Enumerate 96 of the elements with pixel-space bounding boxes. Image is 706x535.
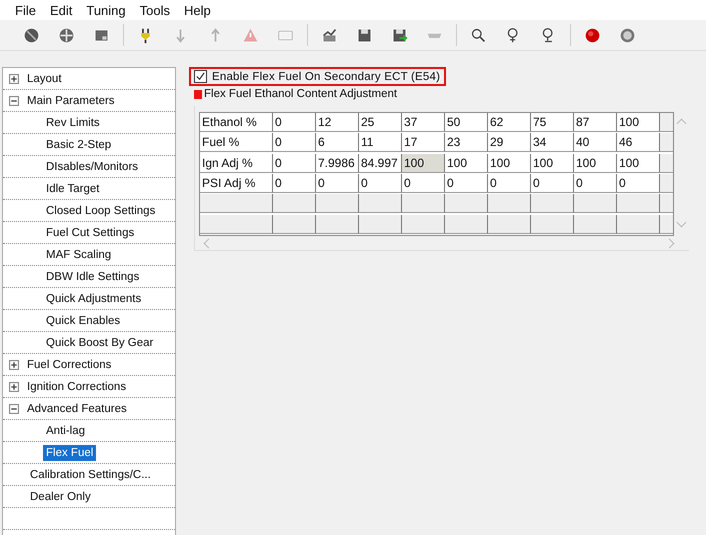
table-cell[interactable] (617, 214, 660, 234)
crosshair-icon[interactable] (58, 26, 75, 44)
tree-item[interactable]: DIsables/Monitors (43, 158, 142, 174)
table-cell[interactable]: 0 (359, 174, 402, 193)
table-cell[interactable] (359, 214, 402, 234)
tree-item[interactable]: Main Parameters (24, 92, 118, 108)
tree-item[interactable]: Calibration Settings/C... (27, 466, 154, 482)
tree-item[interactable]: Fuel Corrections (24, 356, 114, 372)
table-cell[interactable]: 6 (316, 133, 359, 152)
table-cell[interactable]: 40 (574, 133, 617, 152)
table-cell[interactable]: 100 (402, 154, 445, 173)
tree-item[interactable]: Layout (24, 70, 65, 86)
tree-item[interactable]: Closed Loop Settings (43, 202, 158, 218)
table-cell[interactable]: 0 (445, 174, 488, 193)
chart-icon[interactable] (321, 26, 338, 44)
tree-item[interactable]: Quick Adjustments (43, 290, 144, 306)
row-header[interactable]: PSI Adj % (200, 174, 273, 193)
tree-item[interactable]: Advanced Features (24, 400, 130, 416)
table-cell[interactable]: 0 (488, 174, 531, 193)
table-cell[interactable] (316, 194, 359, 214)
table-cell[interactable]: 37 (402, 113, 445, 132)
table-cell[interactable]: 0 (402, 174, 445, 193)
table-cell[interactable]: 23 (445, 133, 488, 152)
tree-item[interactable]: Dealer Only (27, 488, 94, 504)
table-cell[interactable]: 25 (359, 113, 402, 132)
table-cell[interactable] (488, 214, 531, 234)
collapse-icon[interactable] (9, 404, 19, 414)
tree-item[interactable]: Flex Fuel (43, 444, 96, 460)
search-icon[interactable] (470, 26, 487, 44)
menu-item[interactable]: File (8, 2, 43, 18)
table-cell[interactable]: 0 (574, 174, 617, 193)
table-cell[interactable] (200, 214, 273, 234)
table-cell[interactable]: 29 (488, 133, 531, 152)
table-cell[interactable] (402, 194, 445, 214)
disc-icon[interactable] (23, 26, 40, 44)
checkbox-icon[interactable] (194, 70, 207, 83)
table-cell[interactable] (574, 194, 617, 214)
tree-item[interactable]: Anti-lag (43, 422, 88, 438)
table-cell[interactable] (273, 194, 316, 214)
table-cell[interactable] (273, 214, 316, 234)
table-cell[interactable] (488, 194, 531, 214)
table-cell[interactable] (531, 214, 574, 234)
tree-item[interactable]: Fuel Cut Settings (43, 224, 138, 240)
table-cell[interactable]: 7.9986 (316, 154, 359, 173)
table-cell[interactable]: 0 (273, 133, 316, 152)
table-cell[interactable] (359, 194, 402, 214)
table-cell[interactable]: 17 (402, 133, 445, 152)
table-cell[interactable]: 62 (488, 113, 531, 132)
table-cell[interactable] (316, 214, 359, 234)
table-cell[interactable]: 100 (488, 154, 531, 173)
table-cell[interactable] (402, 214, 445, 234)
table-cell[interactable]: 0 (316, 174, 359, 193)
table-cell[interactable] (617, 194, 660, 214)
table-cell[interactable]: 50 (445, 113, 488, 132)
table-cell[interactable]: 0 (273, 174, 316, 193)
save-export-icon[interactable] (391, 26, 408, 44)
expand-icon[interactable] (9, 382, 19, 392)
table-cell[interactable] (445, 214, 488, 234)
menu-item[interactable]: Help (177, 2, 218, 18)
tree-item[interactable]: Idle Target (43, 180, 102, 196)
table-cell[interactable]: 0 (273, 113, 316, 132)
table-cell[interactable]: 100 (574, 154, 617, 173)
table-cell[interactable] (200, 194, 273, 214)
tree-item[interactable]: Rev Limits (43, 114, 103, 130)
record-icon[interactable] (584, 26, 601, 44)
tree-item[interactable]: Quick Boost By Gear (43, 334, 156, 350)
table-cell[interactable]: 75 (531, 113, 574, 132)
table-cell[interactable]: 12 (316, 113, 359, 132)
expand-icon[interactable] (9, 74, 19, 84)
table-cell[interactable] (531, 194, 574, 214)
row-header[interactable]: Ethanol % (200, 113, 273, 132)
table-cell[interactable]: 100 (531, 154, 574, 173)
tree-item[interactable]: Quick Enables (43, 312, 124, 328)
tree-item[interactable]: Basic 2-Step (43, 136, 114, 152)
menu-item[interactable]: Tools (132, 2, 177, 18)
row-header[interactable]: Fuel % (200, 133, 273, 152)
table-title: Flex Fuel Ethanol Content Adjustment (204, 88, 398, 100)
tree-item[interactable]: MAF Scaling (43, 246, 114, 262)
collapse-icon[interactable] (9, 96, 19, 106)
menu-item[interactable]: Edit (42, 2, 80, 18)
table-cell[interactable]: 0 (273, 154, 316, 173)
table-cell[interactable]: 87 (574, 113, 617, 132)
table-cell[interactable] (574, 214, 617, 234)
tree-item[interactable]: DBW Idle Settings (43, 268, 142, 284)
table-cell[interactable]: 11 (359, 133, 402, 152)
table-cell[interactable]: 100 (445, 154, 488, 173)
dial-icon[interactable] (619, 26, 636, 44)
expand-icon[interactable] (9, 360, 19, 370)
menu-item[interactable]: Tuning (79, 2, 133, 18)
enable-checkbox[interactable]: Enable Flex Fuel On Secondary ECT (E54) (189, 67, 446, 86)
save-icon[interactable] (356, 26, 373, 44)
table-cell[interactable] (445, 194, 488, 214)
table-cell[interactable]: 34 (531, 133, 574, 152)
table-cell[interactable]: 0 (531, 174, 574, 193)
row-header[interactable]: Ign Adj % (200, 154, 273, 173)
tree-item[interactable]: Ignition Corrections (24, 378, 130, 394)
